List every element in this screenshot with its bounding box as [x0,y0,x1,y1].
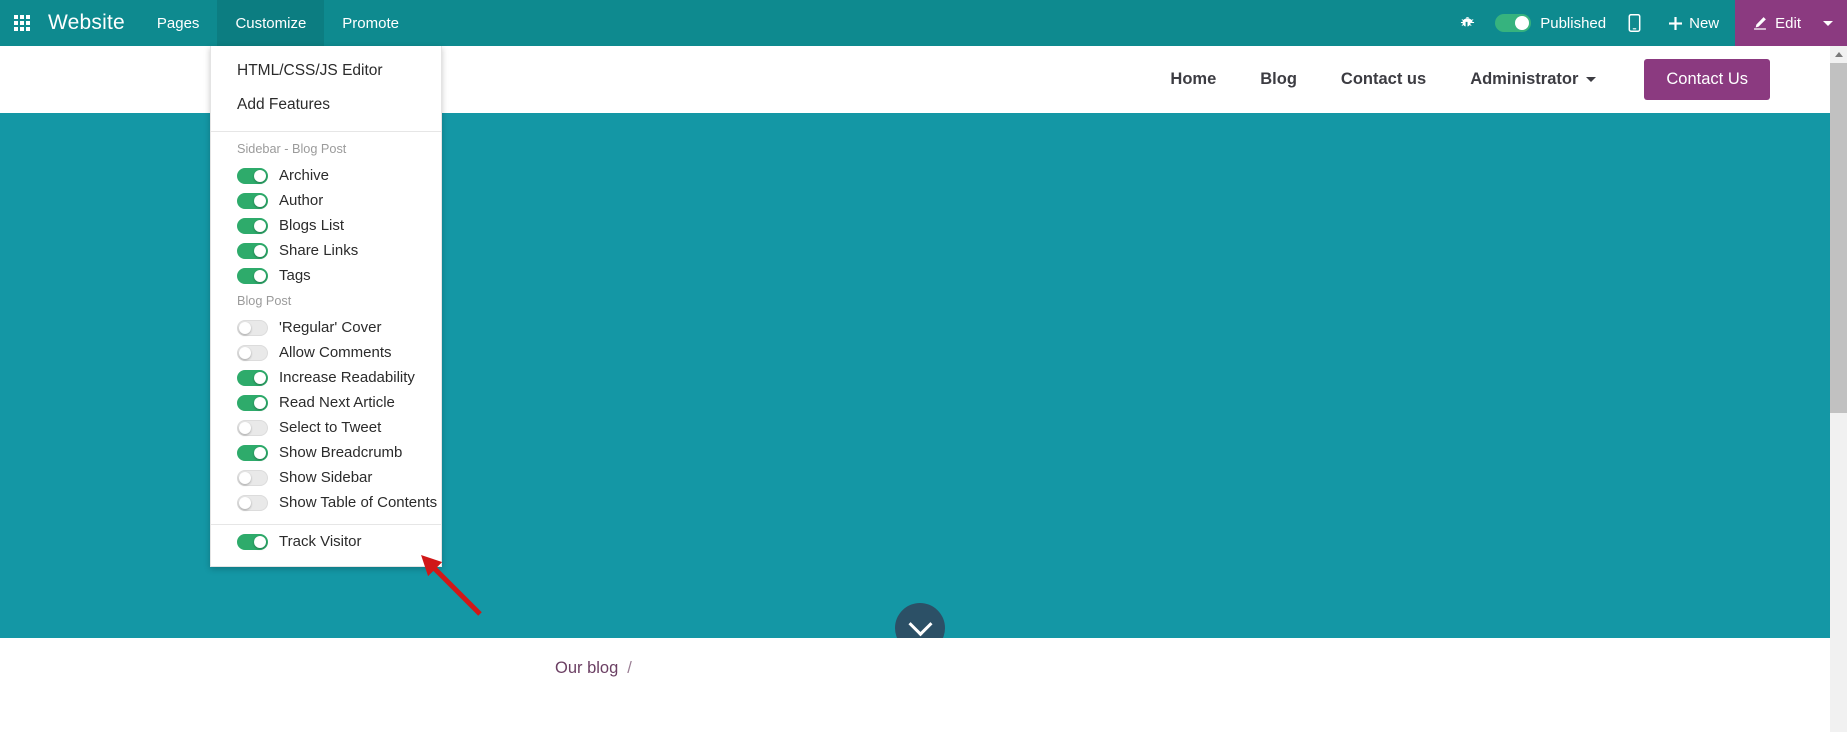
edit-button-label: Edit [1775,14,1801,32]
pencil-icon [1754,17,1767,30]
topbar-left-group: Website Pages Customize Promote [0,0,417,46]
app-root: o Home Blog Contact us Administrator Con… [0,0,1847,732]
toggle-row-tags[interactable]: Tags [211,263,441,288]
caret-down-icon [1823,20,1833,26]
customize-dropdown-panel: HTML/CSS/JS Editor Add Features Sidebar … [210,46,442,567]
toggle-label-regular-cover: 'Regular' Cover [279,319,382,336]
toggle-row-select-to-tweet[interactable]: Select to Tweet [211,415,441,440]
toggle-label-blogs-list: Blogs List [279,217,345,234]
nav-link-blog[interactable]: Blog [1238,70,1319,89]
content-below-hero: Our blog / [0,638,1830,732]
publish-switch-icon [1495,14,1532,32]
dropdown-divider-2 [211,524,441,525]
page-scrollbar[interactable] [1830,46,1847,732]
toggle-switch-archive[interactable] [237,167,268,184]
toggle-switch-author[interactable] [237,192,268,209]
toggle-row-blogs-list[interactable]: Blogs List [211,213,441,238]
toggle-label-allow-comments: Allow Comments [279,344,392,361]
scroll-up-arrow-icon[interactable] [1830,46,1847,63]
toggle-row-read-next-article[interactable]: Read Next Article [211,390,441,415]
toggle-label-archive: Archive [279,167,330,184]
toggle-switch-share-links[interactable] [237,242,268,259]
publish-toggle[interactable]: Published [1487,0,1616,46]
toggle-switch-select-to-tweet[interactable] [237,419,268,436]
breadcrumb: Our blog / [555,659,632,678]
topbar-menu-customize[interactable]: Customize [217,0,325,46]
toggle-label-show-table-of-contents: Show Table of Contents [279,494,438,511]
new-button-label: New [1689,14,1720,32]
dropdown-divider-1 [211,131,441,132]
toggle-row-increase-readability[interactable]: Increase Readability [211,365,441,390]
toggle-label-tags: Tags [279,267,311,284]
toggle-switch-increase-readability[interactable] [237,369,268,386]
toggle-row-archive[interactable]: Archive [211,163,441,188]
toggle-row-show-table-of-contents[interactable]: Show Table of Contents [211,490,441,515]
grid-apps-icon [14,15,30,31]
edit-button[interactable]: Edit [1735,0,1817,46]
topbar-menu-pages[interactable]: Pages [139,0,218,46]
toggle-label-author: Author [279,192,324,209]
toggle-row-show-breadcrumb[interactable]: Show Breadcrumb [211,440,441,465]
menu-item-add-features[interactable]: Add Features [211,88,441,122]
toggle-label-select-to-tweet: Select to Tweet [279,419,382,436]
nav-link-home[interactable]: Home [1148,70,1238,89]
odoo-systray-topbar: Website Pages Customize Promote Publishe… [0,0,1847,46]
toggle-row-track-visitor[interactable]: Track Visitor [211,529,441,554]
section-title-blog-post: Blog Post [237,294,292,308]
toggle-switch-tags[interactable] [237,267,268,284]
toggle-switch-regular-cover[interactable] [237,319,268,336]
nav-link-administrator[interactable]: Administrator [1448,70,1618,89]
mobile-preview-icon[interactable] [1616,0,1653,46]
toggle-switch-track-visitor[interactable] [237,533,268,550]
toggle-label-show-sidebar: Show Sidebar [279,469,373,486]
edit-dropdown-toggle[interactable] [1817,0,1847,46]
chevron-down-icon [907,611,933,636]
apps-menu-button[interactable] [0,0,44,46]
menu-item-html-css-js-editor[interactable]: HTML/CSS/JS Editor [211,54,441,88]
debug-bug-icon[interactable] [1448,0,1487,46]
toggle-label-show-breadcrumb: Show Breadcrumb [279,444,403,461]
app-brand-website[interactable]: Website [44,0,139,46]
toggle-switch-show-breadcrumb[interactable] [237,444,268,461]
toggle-label-read-next-article: Read Next Article [279,394,395,411]
toggle-row-allow-comments[interactable]: Allow Comments [211,340,441,365]
website-nav: Home Blog Contact us Administrator Conta… [1148,46,1770,113]
toggle-switch-show-sidebar[interactable] [237,469,268,486]
toggle-switch-show-table-of-contents[interactable] [237,494,268,511]
breadcrumb-separator: / [627,659,632,677]
publish-label: Published [1540,14,1607,32]
scroll-thumb[interactable] [1830,63,1847,413]
topbar-right-group: Published New Edit [1448,0,1847,46]
new-button[interactable]: New [1653,0,1735,46]
toggle-row-author[interactable]: Author [211,188,441,213]
toggle-row-share-links[interactable]: Share Links [211,238,441,263]
dropdown-bottom-padding [211,554,441,566]
toggle-label-track-visitor: Track Visitor [279,533,362,550]
breadcrumb-link-our-blog[interactable]: Our blog [555,659,618,678]
toggle-row-regular-cover[interactable]: 'Regular' Cover [211,315,441,340]
toggle-row-show-sidebar[interactable]: Show Sidebar [211,465,441,490]
toggle-switch-allow-comments[interactable] [237,344,268,361]
section-title-sidebar-blog-post: Sidebar - Blog Post [237,142,347,156]
plus-icon [1669,16,1683,30]
topbar-menu-promote[interactable]: Promote [324,0,417,46]
toggle-label-share-links: Share Links [279,242,359,259]
contact-us-cta-button[interactable]: Contact Us [1644,59,1770,100]
toggle-label-increase-readability: Increase Readability [279,369,415,386]
toggle-switch-read-next-article[interactable] [237,394,268,411]
nav-link-contact-us[interactable]: Contact us [1319,70,1448,89]
toggle-switch-blogs-list[interactable] [237,217,268,234]
